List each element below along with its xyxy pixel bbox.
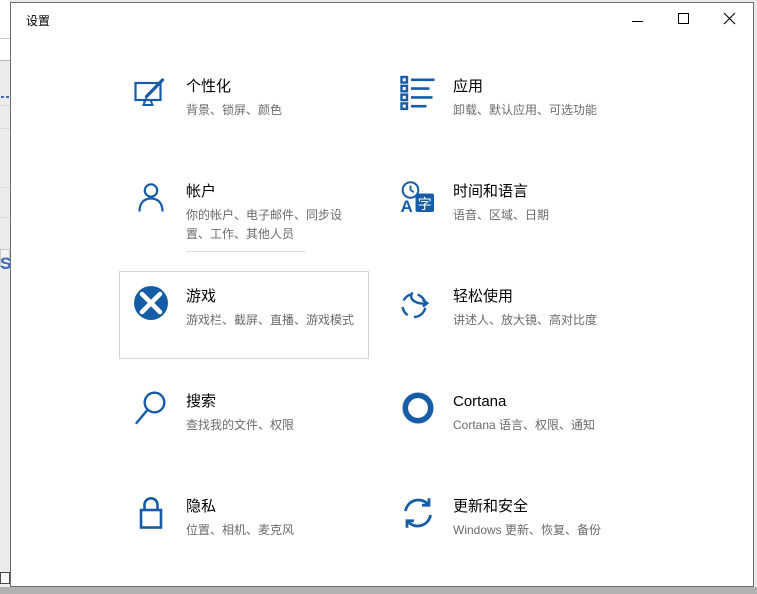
tile-update-security[interactable]: 更新和安全 Windows 更新、恢复、备份: [386, 481, 636, 569]
accounts-person-icon: [133, 180, 169, 216]
background-artifact-box: [0, 572, 10, 584]
time-language-clock-icon: A 字: [400, 180, 436, 216]
apps-list-icon: [400, 75, 436, 111]
desktop: S 设置 个性化 背景、锁屏、颜色 应用 卸载、默认应用、可选功能 帐户 你的帐…: [0, 0, 757, 594]
window-controls: [614, 3, 752, 34]
settings-window: 设置 个性化 背景、锁屏、颜色 应用 卸载、默认应用、可选功能 帐户 你的帐户、…: [10, 2, 754, 587]
tile-privacy[interactable]: 隐私 位置、相机、麦克风: [119, 481, 369, 569]
tile-title: 个性化: [186, 78, 232, 95]
cortana-ring-icon: [400, 390, 436, 426]
tile-subtitle: Windows 更新、恢复、备份: [453, 523, 602, 537]
tile-subtitle: 位置、相机、麦克风: [186, 523, 295, 537]
tile-subtitle: 背景、锁屏、颜色: [186, 103, 283, 117]
background-line: [0, 128, 10, 129]
background-line: [0, 38, 10, 39]
maximize-button[interactable]: [660, 3, 706, 34]
search-magnifier-icon: [133, 390, 169, 426]
tile-title: 隐私: [186, 498, 217, 515]
minimize-button[interactable]: [614, 3, 660, 34]
tile-title: 轻松使用: [453, 288, 514, 305]
tile-subtitle: 讲述人、放大镜、高对比度: [453, 313, 598, 327]
svg-text:字: 字: [418, 196, 432, 212]
tile-time-language[interactable]: A 字 时间和语言 语音、区域、日期: [386, 166, 636, 254]
tile-title: 帐户: [186, 183, 217, 200]
tile-title: Cortana: [453, 393, 507, 410]
privacy-lock-icon: [133, 495, 169, 531]
maximize-icon: [677, 13, 689, 24]
tile-subtitle: 卸载、默认应用、可选功能: [453, 103, 598, 117]
background-line: [0, 60, 10, 61]
tile-subtitle: 语音、区域、日期: [453, 208, 550, 222]
tile-accounts[interactable]: 帐户 你的帐户、电子邮件、同步设置、工作、其他人员: [119, 166, 369, 254]
tile-gaming[interactable]: 游戏 游戏栏、截屏、直播、游戏模式: [119, 271, 369, 359]
background-window-strip-top: [0, 0, 10, 60]
tile-apps[interactable]: 应用 卸载、默认应用、可选功能: [386, 61, 636, 149]
tile-title: 游戏: [186, 288, 217, 305]
svg-text:A: A: [401, 197, 413, 216]
ease-of-access-icon: [400, 285, 436, 321]
tile-title: 时间和语言: [453, 183, 529, 200]
window-title: 设置: [26, 14, 51, 28]
tile-cortana[interactable]: Cortana Cortana 语言、权限、通知: [386, 376, 636, 464]
titlebar: 设置: [11, 3, 753, 34]
tile-personalization[interactable]: 个性化 背景、锁屏、颜色: [119, 61, 369, 149]
background-line: [0, 105, 10, 106]
minimize-icon: [631, 21, 643, 22]
gaming-xbox-icon: [133, 285, 169, 321]
desktop-bottom-strip: [0, 587, 757, 594]
tile-ease-of-access[interactable]: 轻松使用 讲述人、放大镜、高对比度: [386, 271, 636, 359]
close-button[interactable]: [706, 3, 752, 34]
background-artifact: [6, 96, 9, 98]
tile-subtitle: 查找我的文件、权限: [186, 418, 295, 432]
tile-subtitle: Cortana 语言、权限、通知: [453, 418, 596, 432]
tile-title: 搜索: [186, 393, 217, 410]
background-window-strip: [0, 0, 10, 587]
background-line: [0, 217, 10, 218]
background-partial-text: S: [0, 254, 10, 273]
close-icon: [723, 12, 735, 25]
tile-subtitle: 游戏栏、截屏、直播、游戏模式: [186, 313, 355, 327]
personalization-monitor-brush-icon: [133, 75, 169, 111]
background-line: [0, 187, 10, 188]
settings-category-grid: 个性化 背景、锁屏、颜色 应用 卸载、默认应用、可选功能 帐户 你的帐户、电子邮…: [119, 61, 653, 586]
background-artifact: [1, 96, 4, 98]
update-security-refresh-icon: [400, 495, 436, 531]
tile-title: 更新和安全: [453, 498, 529, 515]
tile-search[interactable]: 搜索 查找我的文件、权限: [119, 376, 369, 464]
tile-title: 应用: [453, 78, 484, 95]
tile-subtitle: 你的帐户、电子邮件、同步设置、工作、其他人员: [186, 208, 343, 241]
